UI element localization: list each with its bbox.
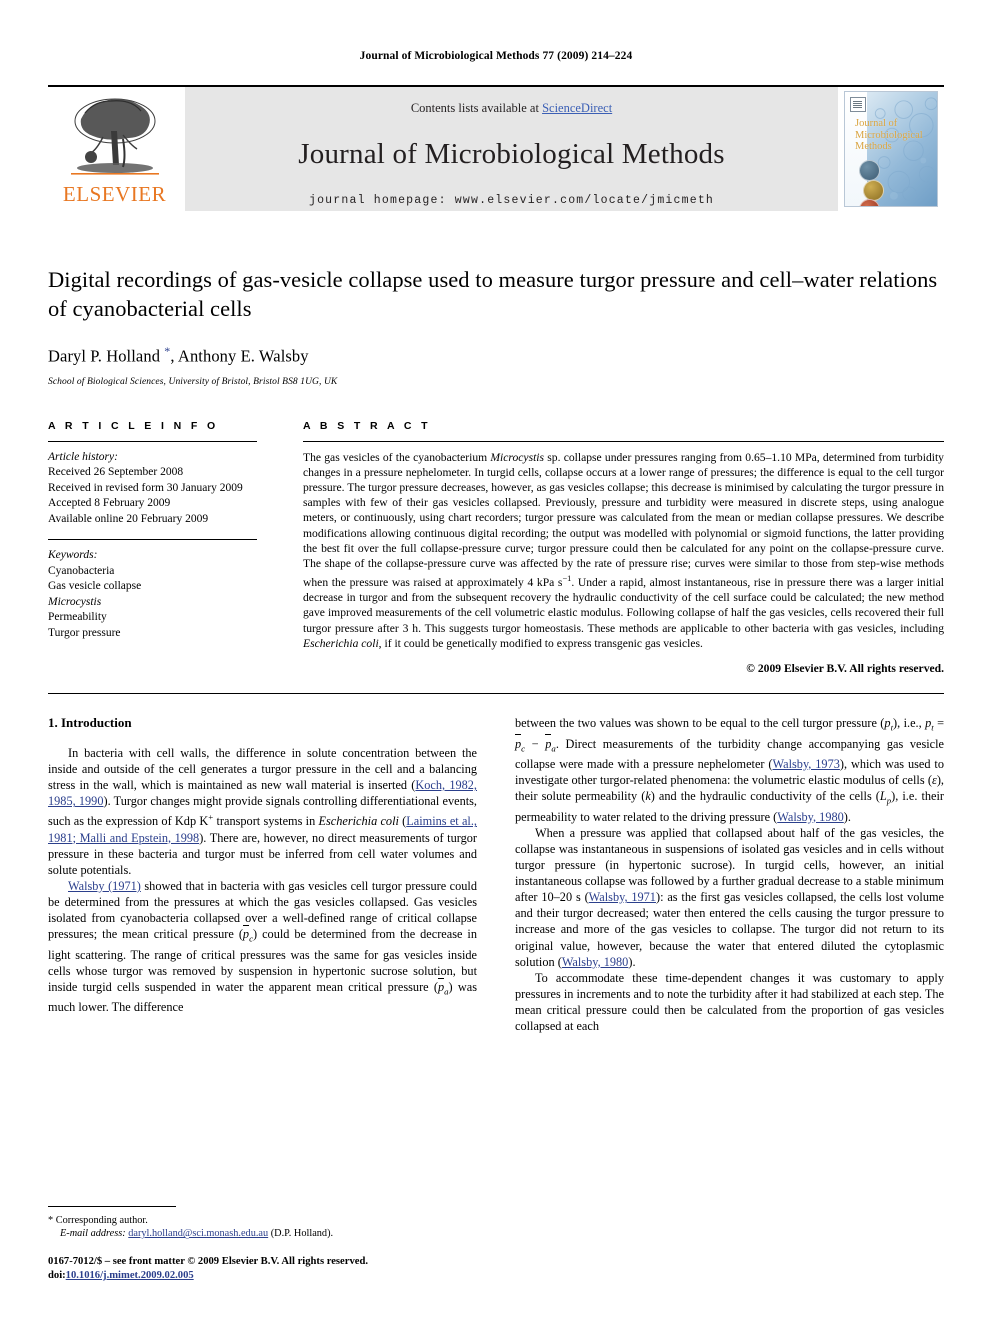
organism-name: Escherichia coli — [318, 814, 399, 829]
copyright-line: © 2009 Elsevier B.V. All rights reserved… — [746, 662, 944, 675]
journal-homepage[interactable]: journal homepage: www.elsevier.com/locat… — [309, 194, 714, 207]
paragraph: When a pressure was applied that collaps… — [515, 825, 944, 970]
journal-title: Journal of Microbiological Methods — [298, 138, 725, 170]
citation-link[interactable]: Walsby (1971) — [68, 879, 141, 893]
issn-line: 0167-7012/$ – see front matter © 2009 El… — [48, 1256, 368, 1267]
abstract-rule — [303, 440, 944, 442]
para-seg: ) and the hydraulic conductivity of the … — [650, 789, 880, 804]
running-head: Journal of Microbiological Methods 77 (2… — [359, 50, 633, 62]
keywords-rule — [48, 539, 257, 540]
doi-line: doi:10.1016/j.mimet.2009.02.005 — [48, 1269, 466, 1283]
keywords-label: Keywords: — [48, 549, 98, 561]
equation-operator: − — [525, 736, 546, 751]
article-history-item: Received in revised form 30 January 2009 — [48, 481, 243, 494]
symbol-hydraulic-conductivity: L — [879, 789, 887, 804]
author-second: , Anthony E. Walsby — [170, 346, 309, 366]
keyword-item: Gas vesicle collapse — [48, 580, 142, 592]
article-history-item: Accepted 8 February 2009 — [48, 497, 171, 509]
paragraph: between the two values was shown to be e… — [515, 715, 944, 825]
abstract-seg: The gas vesicles of the cyanobacterium — [303, 450, 491, 464]
elsevier-wordmark: ELSEVIER — [62, 182, 167, 206]
paper-page: Journal of Microbiological Methods 77 (2… — [0, 0, 992, 1323]
equation-operator: = — [933, 716, 944, 730]
email-note: E-mail address: daryl.holland@sci.monash… — [48, 1227, 466, 1241]
citation-link[interactable]: Walsby, 1980 — [777, 810, 844, 824]
section-heading-introduction: 1. Introduction — [48, 715, 132, 730]
para-seg: To accommodate these time-dependent chan… — [515, 970, 944, 1034]
keyword-item: Cyanobacteria — [48, 564, 115, 577]
author-first: Daryl P. Holland — [48, 346, 165, 366]
email-suffix: (D.P. Holland). — [268, 1228, 334, 1240]
article-info-column: A R T I C L E I N F O Article history: R… — [48, 420, 281, 642]
symbol-apparent-mean-pressure: p — [437, 979, 445, 994]
citation-link[interactable]: Walsby, 1980 — [562, 955, 629, 969]
body-column-right: between the two values was shown to be e… — [515, 715, 944, 1034]
corresponding-author-text: Corresponding author. — [53, 1214, 148, 1226]
affiliation: School of Biological Sciences, Universit… — [48, 376, 338, 387]
para-seg: ). — [628, 954, 636, 969]
abstract-seg: sp. collapse under pressures ranging fro… — [303, 450, 944, 589]
sciencedirect-link[interactable]: ScienceDirect — [542, 101, 612, 115]
body-column-left: 1. Introduction In bacteria with cell wa… — [48, 715, 477, 1034]
journal-cover-thumbnail: Journal of Microbiological Methods — [844, 87, 944, 211]
article-history-label: Article history: — [48, 450, 118, 463]
cover-title-text: Journal of Microbiological Methods — [855, 118, 923, 152]
elsevier-logo: ELSEVIER — [48, 87, 181, 211]
equation-symbol: p — [515, 736, 522, 751]
email-link[interactable]: daryl.holland@sci.monash.edu.au — [128, 1228, 268, 1239]
paragraph: Walsby (1971) showed that in bacteria wi… — [48, 878, 477, 1016]
paragraph: To accommodate these time-dependent chan… — [515, 970, 944, 1034]
abstract-organism-name: Microcystis — [490, 450, 545, 464]
email-label: E-mail address: — [60, 1228, 126, 1240]
keyword-item: Turgor pressure — [48, 626, 121, 639]
abstract-seg: , if it could be genetically modified to… — [378, 636, 703, 650]
footnote-area: * Corresponding author. E-mail address: … — [48, 1205, 466, 1283]
elsevier-tree-icon — [60, 91, 169, 183]
info-abstract-row: A R T I C L E I N F O Article history: R… — [48, 419, 944, 675]
para-seg: transport systems in — [213, 814, 319, 829]
corresponding-author-note: * Corresponding author. — [48, 1214, 466, 1228]
symbol-mean-critical-pressure: p — [242, 927, 250, 942]
para-seg: ), i.e., — [893, 716, 926, 730]
issn-copyright-block: 0167-7012/$ – see front matter © 2009 El… — [48, 1255, 466, 1283]
keyword-item: Permeability — [48, 611, 107, 623]
journal-band: Contents lists available at ScienceDirec… — [185, 87, 838, 211]
contents-prefix: Contents lists available at — [410, 101, 543, 115]
page-title: Digital recordings of gas-vesicle collap… — [48, 267, 938, 321]
para-seg: In bacteria with cell walls, the differe… — [48, 746, 477, 793]
doi-label: doi: — [48, 1270, 66, 1281]
citation-link[interactable]: Walsby, 1971 — [589, 890, 656, 904]
keyword-item: Microcystis — [48, 595, 102, 608]
cover-elsevier-mark-icon — [850, 97, 866, 112]
equation-symbol: p — [545, 736, 552, 751]
para-seg: between the two values was shown to be e… — [515, 716, 885, 730]
abstract-column: A B S T R A C T The gas vesicles of the … — [281, 419, 944, 675]
contents-available-line: Contents lists available at ScienceDirec… — [411, 101, 612, 116]
article-history-item: Received 26 September 2008 — [48, 466, 184, 478]
cover-image: Journal of Microbiological Methods — [844, 91, 938, 207]
paragraph: In bacteria with cell walls, the differe… — [48, 745, 477, 878]
article-info-heading: A R T I C L E I N F O — [48, 419, 219, 432]
article-history-item: Available online 20 February 2009 — [48, 512, 209, 525]
abstract-body: The gas vesicles of the cyanobacterium M… — [303, 450, 944, 652]
footnote-rule — [48, 1205, 176, 1207]
abstract-exponent: −1 — [562, 574, 572, 584]
article-info-rule — [48, 440, 257, 442]
citation-link[interactable]: Walsby, 1973 — [773, 757, 840, 771]
abstract-organism-name: Escherichia coli — [303, 636, 379, 650]
para-seg: ). — [843, 809, 851, 824]
author-list: Daryl P. Holland *, Anthony E. Walsby — [48, 344, 944, 367]
doi-link[interactable]: 10.1016/j.mimet.2009.02.005 — [66, 1270, 194, 1281]
cover-dot-blue-icon — [859, 160, 880, 181]
title-block: Digital recordings of gas-vesicle collap… — [48, 265, 944, 387]
abstract-heading: A B S T R A C T — [303, 419, 431, 432]
cover-dot-gold-icon — [863, 180, 884, 201]
body-columns: 1. Introduction In bacteria with cell wa… — [48, 715, 944, 1034]
journal-masthead: ELSEVIER Contents lists available at Sci… — [48, 85, 944, 211]
body-separator-rule — [48, 693, 944, 694]
